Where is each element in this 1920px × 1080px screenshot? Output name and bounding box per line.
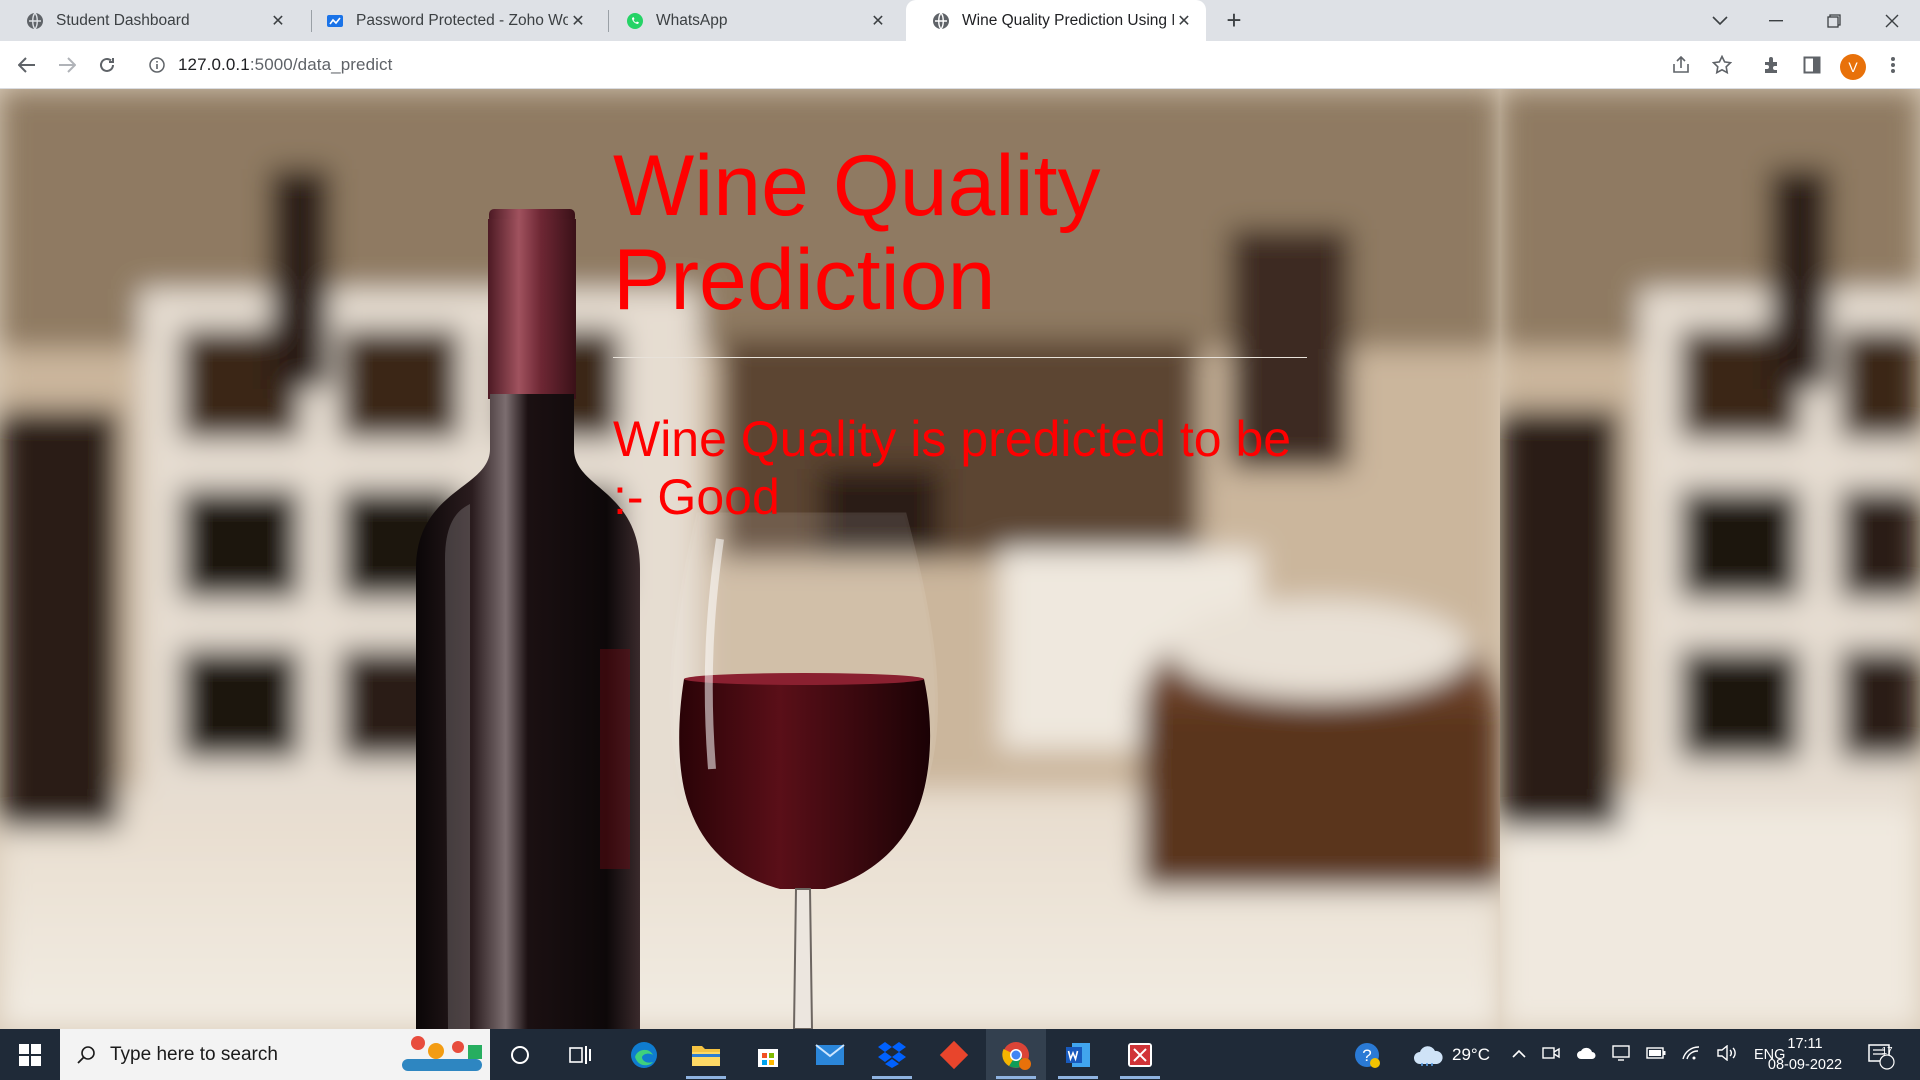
forward-button[interactable] bbox=[51, 49, 83, 81]
tab-title: Wine Quality Prediction Using M bbox=[962, 11, 1174, 29]
side-panel-icon[interactable] bbox=[1796, 49, 1828, 81]
search-highlight-illustration bbox=[392, 1033, 488, 1080]
clock-date: 08-09-2022 bbox=[1767, 1057, 1843, 1073]
close-tab-icon[interactable]: ✕ bbox=[568, 11, 588, 31]
back-button[interactable] bbox=[11, 49, 43, 81]
reload-button[interactable] bbox=[91, 49, 123, 81]
battery-icon[interactable] bbox=[1646, 1046, 1666, 1063]
share-icon[interactable] bbox=[1665, 49, 1697, 81]
search-icon bbox=[76, 1045, 96, 1065]
search-placeholder: Type here to search bbox=[110, 1043, 278, 1065]
site-info-icon[interactable] bbox=[141, 49, 173, 81]
git-icon[interactable] bbox=[924, 1029, 984, 1080]
start-button[interactable] bbox=[0, 1029, 60, 1080]
cortana-circle-icon[interactable] bbox=[490, 1029, 550, 1080]
snipping-icon[interactable] bbox=[1110, 1029, 1170, 1080]
address-bar[interactable]: 127.0.0.1:5000/data_predict bbox=[178, 55, 392, 75]
zoho-icon bbox=[326, 12, 344, 30]
close-tab-icon[interactable]: ✕ bbox=[268, 11, 288, 31]
tab-zoho[interactable]: Password Protected - Zoho Work ✕ bbox=[300, 0, 600, 41]
tab-search-chevron-icon[interactable] bbox=[1692, 0, 1748, 41]
minimize-button[interactable] bbox=[1748, 0, 1804, 41]
restore-button[interactable] bbox=[1806, 0, 1862, 41]
notifications-button[interactable]: 17 bbox=[1866, 1029, 1896, 1080]
tab-title: Password Protected - Zoho Work bbox=[356, 11, 568, 29]
close-tab-icon[interactable]: ✕ bbox=[868, 11, 888, 31]
display-icon[interactable] bbox=[1612, 1044, 1630, 1065]
notifications-count: 17 bbox=[1881, 1046, 1893, 1057]
tab-title: Student Dashboard bbox=[56, 11, 190, 29]
weather-temperature: 29°C bbox=[1452, 1044, 1490, 1064]
tab-wine-quality[interactable]: Wine Quality Prediction Using M ✕ bbox=[906, 0, 1206, 41]
close-tab-icon[interactable]: ✕ bbox=[1174, 11, 1194, 31]
file-explorer-icon[interactable] bbox=[676, 1029, 736, 1080]
wifi-icon[interactable] bbox=[1682, 1045, 1700, 1065]
dropbox-icon[interactable] bbox=[862, 1029, 922, 1080]
prediction-result: Wine Quality is predicted to be :- Good bbox=[613, 411, 1292, 525]
word-icon[interactable] bbox=[1048, 1029, 1108, 1080]
globe-icon bbox=[932, 12, 950, 30]
weather-widget[interactable]: 29°C bbox=[1412, 1029, 1490, 1080]
show-hidden-icons-chevron-icon[interactable] bbox=[1512, 1046, 1526, 1063]
page-viewport: Wine Quality Prediction Wine Quality is … bbox=[0, 89, 1920, 1029]
onedrive-icon[interactable] bbox=[1576, 1046, 1596, 1064]
system-tray: ENG bbox=[1512, 1029, 1785, 1080]
extensions-icon[interactable] bbox=[1756, 49, 1788, 81]
tab-strip: Student Dashboard ✕ Password Protected -… bbox=[0, 0, 1920, 41]
volume-icon[interactable] bbox=[1716, 1044, 1738, 1065]
tab-whatsapp[interactable]: WhatsApp ✕ bbox=[600, 0, 900, 41]
taskbar-search-box[interactable]: Type here to search bbox=[60, 1029, 490, 1080]
prediction-content: Wine Quality Prediction Wine Quality is … bbox=[613, 139, 1313, 526]
mail-icon[interactable] bbox=[800, 1029, 860, 1080]
divider bbox=[613, 357, 1307, 358]
profile-avatar[interactable]: V bbox=[1840, 54, 1866, 80]
url-host: 127.0.0.1 bbox=[178, 55, 250, 74]
browser-toolbar: 127.0.0.1:5000/data_predict V bbox=[0, 41, 1920, 89]
close-window-button[interactable] bbox=[1864, 0, 1920, 41]
windows-logo-icon bbox=[19, 1043, 41, 1066]
taskbar-clock[interactable]: 17:11 08-09-2022 bbox=[1760, 1034, 1850, 1076]
chrome-icon[interactable] bbox=[986, 1029, 1046, 1080]
meet-now-icon[interactable] bbox=[1542, 1045, 1560, 1065]
background-repeat-image bbox=[1500, 89, 1920, 1029]
tab-student-dashboard[interactable]: Student Dashboard ✕ bbox=[0, 0, 300, 41]
more-menu-icon[interactable] bbox=[1877, 49, 1909, 81]
windows-taskbar: Type here to search ? 29°C ENG 17:11 08-… bbox=[0, 1029, 1920, 1080]
tab-title: WhatsApp bbox=[656, 11, 728, 29]
edge-icon[interactable] bbox=[614, 1029, 674, 1080]
clock-time: 17:11 bbox=[1787, 1036, 1823, 1052]
whatsapp-icon bbox=[626, 12, 644, 30]
globe-icon bbox=[26, 12, 44, 30]
help-icon[interactable]: ? bbox=[1352, 1029, 1382, 1080]
bookmark-star-icon[interactable] bbox=[1706, 49, 1738, 81]
task-view-icon[interactable] bbox=[550, 1029, 610, 1080]
store-icon[interactable] bbox=[738, 1029, 798, 1080]
page-title: Wine Quality Prediction bbox=[613, 138, 1101, 328]
url-path: :5000/data_predict bbox=[249, 55, 393, 74]
new-tab-button[interactable]: + bbox=[1220, 5, 1248, 35]
cloud-icon bbox=[1412, 1044, 1444, 1066]
